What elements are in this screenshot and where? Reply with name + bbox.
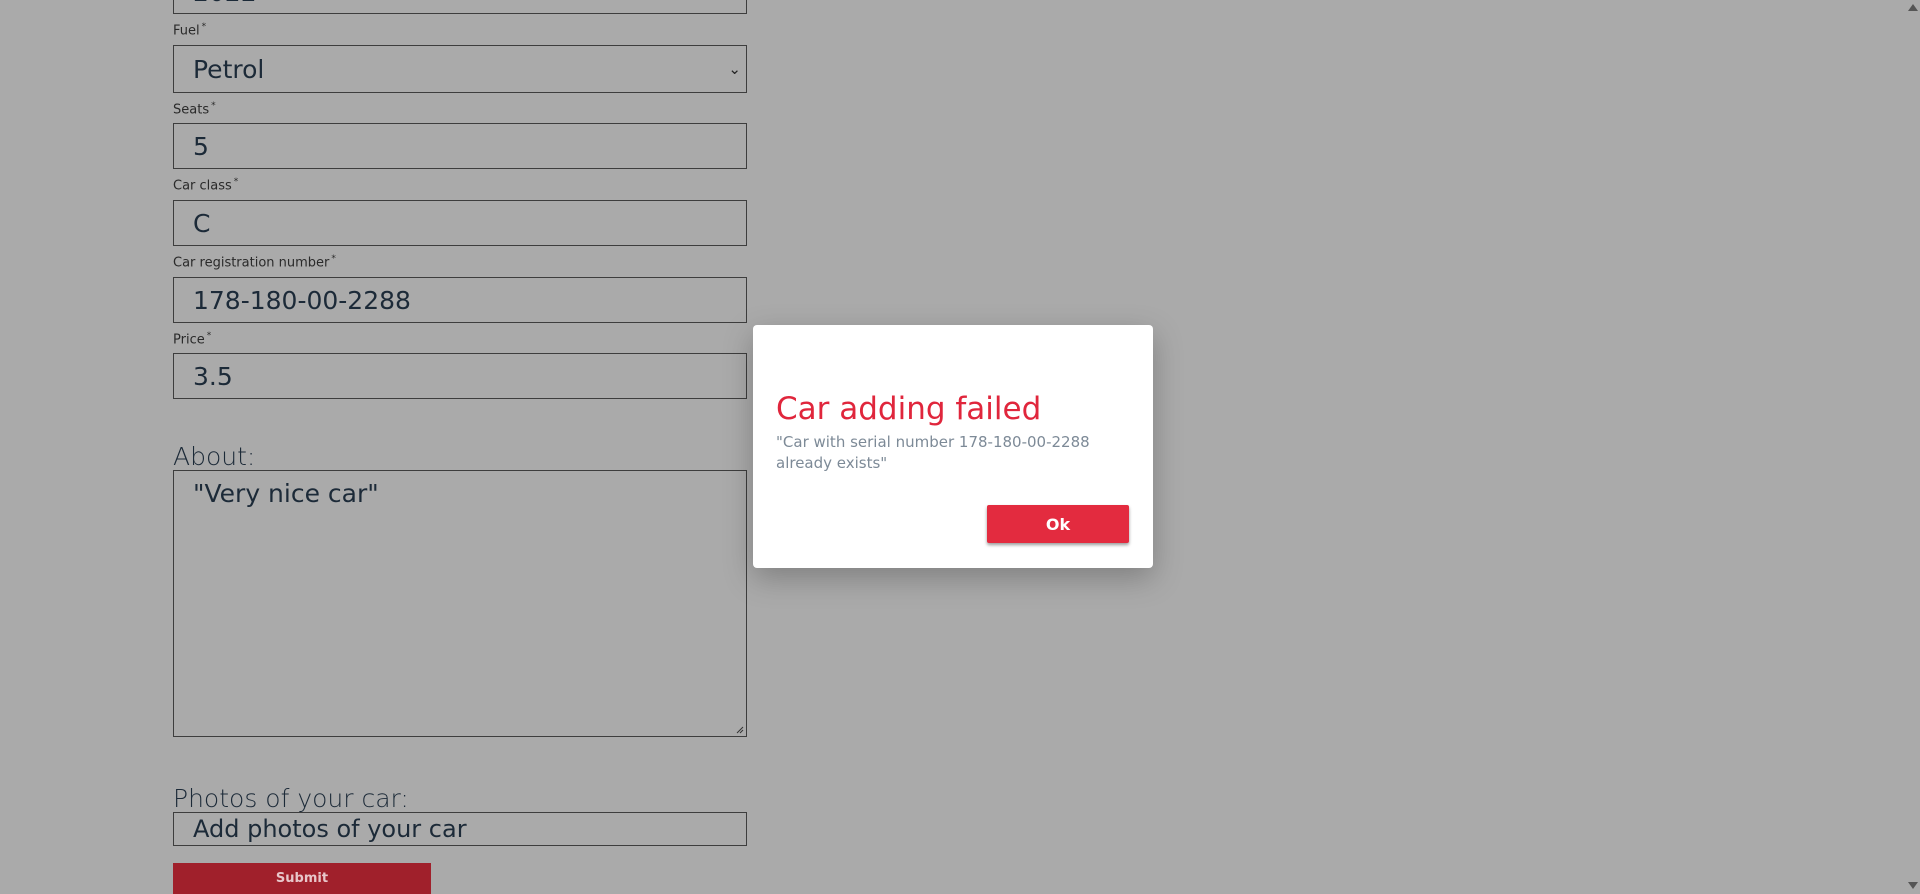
registration-label: Car registration number * xyxy=(173,254,336,271)
dialog-title: Car adding failed xyxy=(776,391,1042,427)
seats-input[interactable]: 5 xyxy=(173,123,747,169)
error-dialog: Car adding failed "Car with serial numbe… xyxy=(753,325,1153,568)
year-input[interactable]: 2022 xyxy=(173,0,747,14)
fuel-select[interactable]: Petrol ⌄ xyxy=(173,45,747,93)
fuel-value: Petrol xyxy=(193,54,265,84)
car-class-label: Car class * xyxy=(173,177,239,194)
car-class-input[interactable]: C xyxy=(173,200,747,246)
about-textarea[interactable]: "Very nice car" xyxy=(173,470,747,737)
price-input[interactable]: 3.5 xyxy=(173,353,747,399)
registration-input[interactable]: 178-180-00-2288 xyxy=(173,277,747,323)
scroll-down-icon[interactable] xyxy=(1908,882,1918,889)
page-scrollbar[interactable] xyxy=(1905,0,1920,893)
price-label: Price * xyxy=(173,331,212,348)
ok-button[interactable]: Ok xyxy=(987,505,1129,543)
add-photos-label: Add photos of your car xyxy=(193,815,467,843)
about-value: "Very nice car" xyxy=(193,479,379,508)
chevron-down-icon: ⌄ xyxy=(728,60,741,78)
submit-button[interactable]: Submit xyxy=(173,863,431,894)
price-value: 3.5 xyxy=(193,361,233,391)
about-label: About: xyxy=(173,442,256,471)
add-photos-button[interactable]: Add photos of your car xyxy=(173,812,747,846)
fuel-label: Fuel * xyxy=(173,22,207,39)
dialog-message: "Car with serial number 178-180-00-2288 … xyxy=(776,433,1090,472)
year-value: 2022 xyxy=(193,0,257,7)
scroll-up-icon[interactable] xyxy=(1908,4,1918,11)
car-class-value: C xyxy=(193,208,211,238)
resize-grip-icon[interactable] xyxy=(736,726,744,734)
registration-value: 178-180-00-2288 xyxy=(193,285,411,315)
seats-value: 5 xyxy=(193,131,209,161)
photos-label: Photos of your car: xyxy=(173,784,409,813)
seats-label: Seats * xyxy=(173,101,216,118)
